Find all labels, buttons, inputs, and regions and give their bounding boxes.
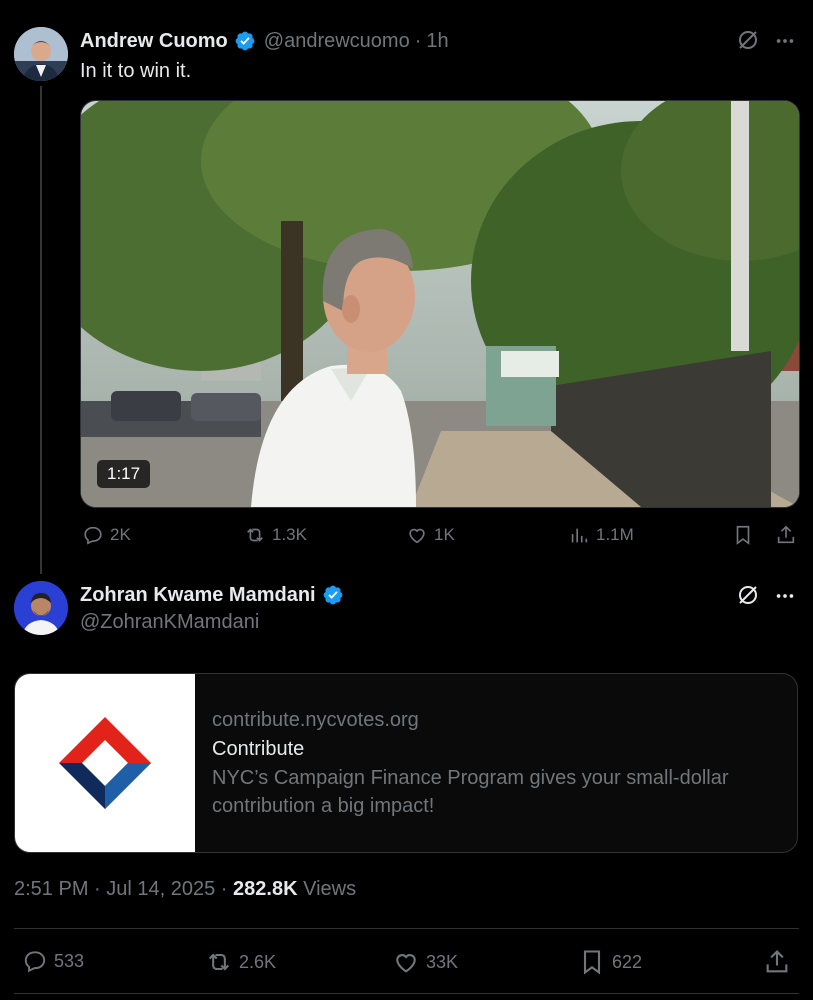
reply-icon bbox=[84, 526, 102, 545]
link-card-description: NYC’s Campaign Finance Program gives you… bbox=[212, 767, 729, 817]
grok-icon[interactable] bbox=[736, 583, 760, 612]
bookmark-button[interactable]: 622 bbox=[578, 948, 642, 976]
avatar-zohran-mamdani[interactable] bbox=[14, 581, 68, 635]
repost-icon bbox=[247, 528, 263, 542]
author-handle[interactable]: @ZohranKMamdani bbox=[80, 611, 259, 634]
video-thumbnail-image bbox=[81, 101, 799, 507]
reply-icon bbox=[24, 951, 46, 973]
video-player[interactable]: 1:17 bbox=[80, 100, 800, 508]
repost-button[interactable]: 2.6K bbox=[205, 948, 276, 976]
verified-badge-icon bbox=[323, 585, 343, 605]
post-time[interactable]: 1h bbox=[426, 30, 448, 53]
avatar-portrait-icon bbox=[14, 27, 68, 81]
meta-separator: · bbox=[414, 29, 422, 52]
more-options-icon[interactable] bbox=[774, 585, 796, 612]
avatar-andrew-cuomo[interactable] bbox=[14, 27, 68, 81]
bookmark-icon bbox=[583, 950, 601, 975]
nycvotes-logo-icon bbox=[59, 717, 151, 809]
divider-top bbox=[14, 928, 799, 929]
view-count: 1.1M bbox=[596, 525, 634, 544]
divider-bottom bbox=[14, 993, 799, 994]
repost-count: 1.3K bbox=[272, 525, 307, 544]
link-card-title: Contribute bbox=[212, 738, 305, 760]
repost-count: 2.6K bbox=[239, 951, 277, 972]
author-handle[interactable]: @andrewcuomo bbox=[264, 30, 410, 53]
like-count: 1K bbox=[434, 525, 455, 544]
reply-button[interactable]: 533 bbox=[22, 948, 84, 974]
share-icon bbox=[777, 525, 795, 544]
link-card-thumbnail bbox=[15, 674, 195, 852]
views-label: Views bbox=[303, 878, 357, 900]
video-duration-badge: 1:17 bbox=[97, 460, 151, 488]
repost-button[interactable]: 1.3K bbox=[244, 524, 307, 546]
repost-icon bbox=[208, 953, 230, 971]
post-timestamp[interactable]: 2:51 PM · Jul 14, 2025 bbox=[14, 878, 215, 900]
more-options-icon[interactable] bbox=[774, 30, 796, 58]
reply-count: 2K bbox=[110, 525, 131, 544]
share-icon bbox=[766, 950, 788, 973]
link-card-domain: contribute.nycvotes.org bbox=[212, 709, 419, 731]
like-count: 33K bbox=[426, 951, 459, 972]
meta-separator: · bbox=[220, 878, 228, 900]
bookmark-button[interactable] bbox=[732, 524, 754, 551]
author-name[interactable]: Zohran Kwame Mamdani bbox=[80, 584, 316, 607]
views-button[interactable]: 1.1M bbox=[568, 524, 634, 546]
reply-button[interactable]: 2K bbox=[82, 524, 131, 546]
bookmark-count: 622 bbox=[612, 951, 643, 972]
reply-count: 533 bbox=[54, 950, 85, 971]
verified-badge-icon bbox=[235, 31, 255, 51]
avatar-portrait-icon bbox=[14, 581, 68, 635]
link-card[interactable]: contribute.nycvotes.org Contribute NYC’s… bbox=[14, 673, 798, 853]
like-button[interactable]: 33K bbox=[392, 948, 458, 976]
author-name[interactable]: Andrew Cuomo bbox=[80, 30, 228, 53]
heart-icon bbox=[396, 954, 416, 973]
analytics-icon bbox=[571, 528, 588, 543]
post-text: In it to win it. bbox=[80, 60, 192, 82]
share-button[interactable] bbox=[763, 948, 791, 981]
thread-connector-line bbox=[40, 86, 42, 574]
bookmark-icon bbox=[736, 525, 750, 545]
grok-icon[interactable] bbox=[736, 28, 760, 57]
like-button[interactable]: 1K bbox=[406, 524, 455, 546]
post-view-count: 282.8K bbox=[233, 878, 298, 900]
heart-icon bbox=[409, 528, 425, 544]
share-button[interactable] bbox=[775, 524, 797, 551]
